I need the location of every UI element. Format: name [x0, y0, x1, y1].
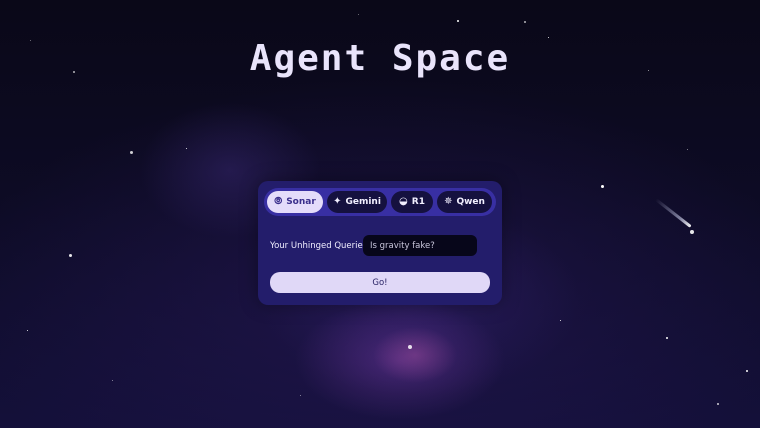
star — [186, 148, 187, 149]
model-tab-bar: ⦾ Sonar ✦ Gemini ◒ R1 ✵ Qwen — [264, 188, 496, 216]
star — [560, 320, 561, 321]
star — [408, 345, 412, 349]
query-panel: ⦾ Sonar ✦ Gemini ◒ R1 ✵ Qwen Your Unhing… — [258, 181, 502, 305]
query-input[interactable] — [363, 235, 477, 256]
tab-r1[interactable]: ◒ R1 — [391, 191, 433, 213]
star — [524, 21, 526, 23]
star — [687, 149, 688, 150]
go-button[interactable]: Go! — [270, 272, 490, 293]
star — [746, 370, 748, 372]
tab-sonar[interactable]: ⦾ Sonar — [267, 191, 323, 213]
star — [666, 337, 668, 339]
star — [690, 230, 694, 234]
tab-qwen[interactable]: ✵ Qwen — [437, 191, 492, 213]
whale-icon: ◒ — [399, 196, 408, 207]
star — [27, 330, 28, 331]
star — [717, 403, 719, 405]
page-title: Agent Space — [249, 38, 511, 79]
star — [457, 20, 459, 22]
sonar-icon: ⦾ — [274, 196, 283, 207]
star — [112, 380, 113, 381]
shooting-star — [655, 198, 692, 228]
tab-label: Qwen — [456, 197, 485, 207]
query-label: Your Unhinged Queries: — [270, 241, 370, 251]
tab-gemini[interactable]: ✦ Gemini — [327, 191, 387, 213]
sparkle-icon: ✦ — [333, 196, 342, 207]
star — [300, 395, 301, 396]
star — [130, 151, 133, 154]
tab-label: Gemini — [345, 197, 381, 207]
qwen-icon: ✵ — [444, 196, 453, 207]
star — [69, 254, 72, 257]
star — [358, 14, 359, 15]
star — [601, 185, 604, 188]
tab-label: R1 — [411, 197, 425, 207]
tab-label: Sonar — [286, 197, 316, 207]
